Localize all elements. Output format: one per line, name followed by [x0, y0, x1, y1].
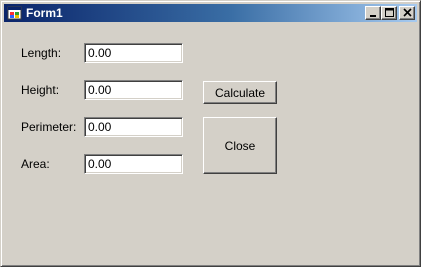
height-input[interactable] [84, 80, 183, 100]
close-icon [403, 8, 412, 17]
calculate-button[interactable]: Calculate [203, 81, 277, 104]
maximize-button[interactable] [381, 6, 397, 20]
minimize-icon [370, 15, 376, 17]
window-title: Form1 [26, 6, 63, 20]
form1-window: Form1 Length: Height: Perimeter: Area: C… [0, 0, 421, 267]
length-input[interactable] [84, 43, 183, 63]
windows-form-icon[interactable] [7, 5, 23, 21]
height-label: Height: [21, 83, 60, 97]
title-bar[interactable]: Form1 [4, 4, 417, 22]
close-button[interactable]: Close [203, 117, 277, 174]
perimeter-label: Perimeter: [21, 120, 77, 134]
minimize-button[interactable] [365, 6, 381, 20]
area-label: Area: [21, 157, 50, 171]
length-label: Length: [21, 46, 62, 60]
perimeter-input[interactable] [84, 117, 183, 137]
close-window-button[interactable] [399, 6, 415, 20]
maximize-icon [385, 8, 394, 17]
area-input[interactable] [84, 154, 183, 174]
